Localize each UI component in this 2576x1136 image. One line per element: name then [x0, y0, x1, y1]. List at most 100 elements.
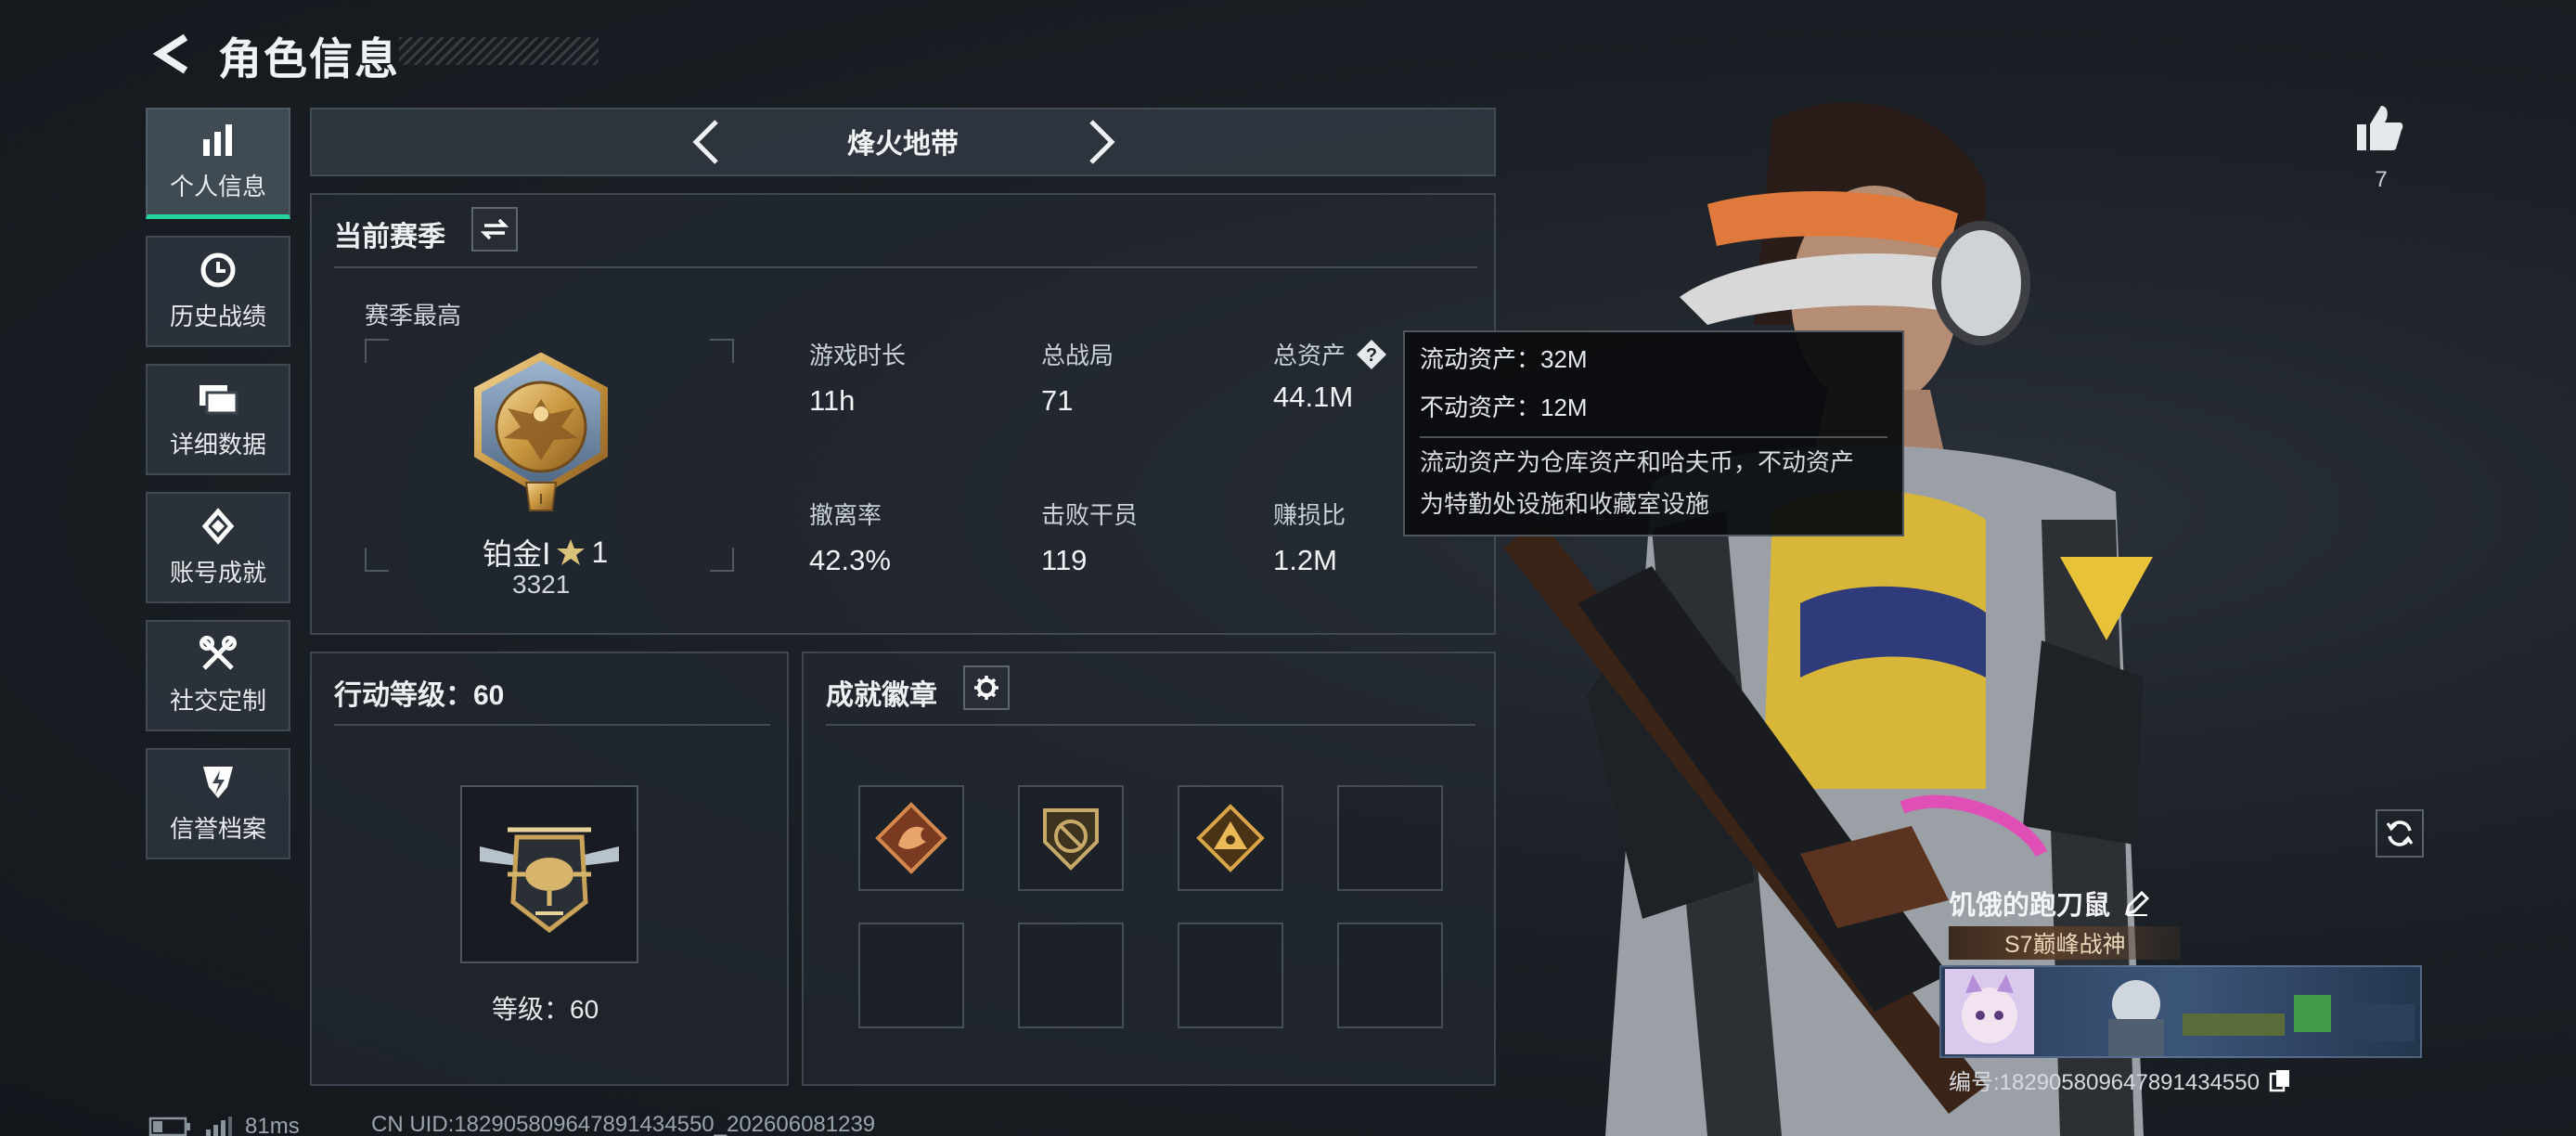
- player-id: 编号:182905809647891434550: [1949, 1070, 2260, 1095]
- stat-value: 11h: [809, 384, 856, 417]
- rank-score: 3321: [512, 570, 571, 599]
- stat-extraction-rate: 撤离率 42.3%: [809, 497, 976, 577]
- nav-item-personal-info[interactable]: 个人信息: [146, 108, 290, 219]
- helicopter-level-icon: [480, 827, 619, 934]
- svg-text:I: I: [539, 492, 543, 508]
- nav-label: 信誉档案: [169, 814, 266, 843]
- nav-label: 个人信息: [169, 173, 266, 200]
- frame-corner: [710, 339, 734, 363]
- nav-label: 历史战绩: [169, 302, 266, 330]
- achievement-badge-slot[interactable]: [858, 923, 964, 1028]
- stat-value: 71: [1041, 384, 1074, 417]
- dragon-badge-icon: [875, 802, 947, 874]
- ping-value: 81ms: [245, 1114, 300, 1136]
- mode-next-button[interactable]: [1082, 118, 1119, 166]
- name-card-banner: [1939, 965, 2422, 1058]
- gear-icon: [974, 676, 998, 700]
- stat-label: 击败干员: [1041, 501, 1139, 529]
- achievement-badge-slot[interactable]: [1018, 785, 1124, 891]
- stat-value: 119: [1041, 544, 1088, 576]
- rank-name: 铂金Ⅰ: [483, 537, 551, 571]
- achievement-badge-slot[interactable]: [858, 785, 964, 891]
- tooltip-description-line2: 为特勤处设施和收藏室设施: [1420, 490, 1710, 518]
- achievements-settings-button[interactable]: [963, 665, 1010, 710]
- divider: [1420, 436, 1887, 438]
- like-button[interactable]: [2353, 102, 2409, 158]
- stat-play-time: 游戏时长 11h: [809, 337, 976, 418]
- title-decoration: [399, 37, 599, 65]
- title-badge: S7巅峰战神: [1949, 926, 2181, 960]
- rotate-icon: [2386, 820, 2414, 846]
- chevron-right-icon: [1089, 120, 1115, 164]
- rank-stars: 1: [591, 535, 609, 569]
- stat-label: 总资产: [1273, 342, 1346, 369]
- nav-item-history[interactable]: 历史战绩: [146, 236, 290, 347]
- frame-corner: [365, 548, 389, 572]
- achievement-badge-slot[interactable]: [1178, 923, 1283, 1028]
- rank-name-row: 铂金Ⅰ 1: [483, 531, 608, 574]
- back-arrow-icon: [152, 33, 188, 74]
- folder-icon: [198, 380, 238, 417]
- back-button[interactable]: [148, 32, 195, 76]
- tooltip-fixed-assets: 不动资产：12M: [1420, 394, 1588, 421]
- divider: [334, 266, 1477, 268]
- battery-icon: [148, 1117, 190, 1136]
- shield-lightning-icon: [198, 764, 238, 801]
- stat-label: 总战局: [1041, 342, 1114, 369]
- page-title: 角色信息: [218, 34, 400, 84]
- tooltip-liquid-assets: 流动资产：32M: [1420, 345, 1588, 373]
- swap-arrows-icon: [481, 218, 509, 240]
- stat-label: 游戏时长: [809, 342, 907, 369]
- copy-icon[interactable]: [2269, 1068, 2291, 1092]
- help-icon[interactable]: ?: [1355, 338, 1388, 371]
- frame-corner: [365, 339, 389, 363]
- status-bar: 81ms: [148, 1114, 300, 1136]
- edit-pencil-icon[interactable]: [2123, 889, 2151, 917]
- nav-item-detailed-data[interactable]: 详细数据: [146, 364, 290, 475]
- season-title: 当前赛季: [334, 222, 445, 252]
- stat-value: 42.3%: [809, 544, 891, 576]
- bar-chart-icon: [198, 122, 238, 159]
- mode-label: 烽火地带: [847, 129, 959, 160]
- achievement-badge-slot[interactable]: [1337, 785, 1443, 891]
- level-emblem-frame: [460, 785, 638, 963]
- season-switch-button[interactable]: [471, 207, 518, 252]
- achievement-badge-slot[interactable]: [1337, 923, 1443, 1028]
- achievements-title: 成就徽章: [826, 680, 937, 711]
- divider: [826, 724, 1475, 726]
- achievement-diamond-icon: [198, 507, 238, 545]
- rank-emblem-icon: I: [467, 352, 615, 520]
- stat-value: 1.2M: [1273, 544, 1337, 576]
- frame-corner: [710, 548, 734, 572]
- level-text: 等级：60: [492, 995, 599, 1024]
- achievement-badge-slot[interactable]: [1018, 923, 1124, 1028]
- star-icon: [557, 539, 586, 565]
- svg-text:?: ?: [1366, 345, 1377, 366]
- nav-label: 账号成就: [169, 558, 266, 587]
- rotate-model-button[interactable]: [2376, 809, 2424, 858]
- nav-label: 详细数据: [169, 430, 266, 458]
- nav-item-credit[interactable]: 信誉档案: [146, 748, 290, 859]
- divider: [334, 724, 770, 726]
- thumbs-up-icon: [2357, 106, 2403, 150]
- nav-item-achievements[interactable]: 账号成就: [146, 492, 290, 603]
- signal-icon: [206, 1117, 232, 1136]
- uid-text: CN UID:182905809647891434550_20260608123…: [371, 1112, 876, 1136]
- achievement-badge-slot[interactable]: [1178, 785, 1283, 891]
- stat-label: 撤离率: [809, 501, 882, 529]
- stat-operators-defeated: 击败干员 119: [1041, 497, 1208, 577]
- tools-icon: [198, 635, 238, 673]
- no-gun-badge-icon: [1043, 808, 1099, 871]
- player-name: 饥饿的跑刀鼠: [1949, 891, 2111, 921]
- name-card-art: [1945, 969, 2415, 1056]
- player-name-row: 饥饿的跑刀鼠: [1949, 884, 2151, 923]
- title-badge-label: S7巅峰战神: [2004, 932, 2126, 958]
- pyramid-badge-icon: [1196, 804, 1265, 872]
- tooltip-description-line1: 流动资产为仓库资产和哈夫币，不动资产: [1420, 448, 1855, 476]
- player-id-row: 编号:182905809647891434550: [1949, 1064, 2291, 1096]
- like-count: 7: [2375, 167, 2388, 192]
- nav-item-social[interactable]: 社交定制: [146, 620, 290, 731]
- stat-total-matches: 总战局 71: [1041, 337, 1208, 418]
- season-best-label: 赛季最高: [365, 302, 462, 329]
- total-assets-tooltip: 流动资产：32M 不动资产：12M 流动资产为仓库资产和哈夫币，不动资产 为特勤…: [1403, 330, 1904, 536]
